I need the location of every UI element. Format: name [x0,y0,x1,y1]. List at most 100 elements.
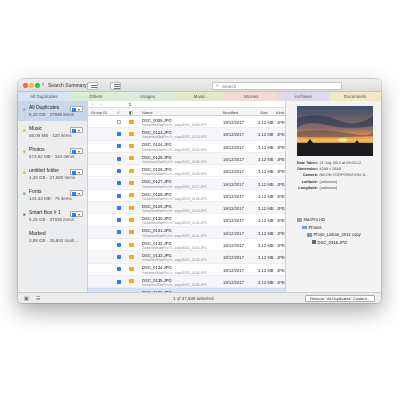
row-checkbox[interactable] [117,193,121,198]
tab-documents[interactable]: Documents [329,92,381,101]
file-kind: JPEG [277,156,285,162]
mark-popup-button[interactable]: ▾ [70,211,83,217]
table-row[interactable]: DSC_0123.JPG/Volumes/MacPro H...copy/DSC… [88,128,285,141]
category-tabs: All Duplicates Others Images Music Movies Arc… [18,92,381,101]
tab-others[interactable]: Others [69,92,122,101]
mark-popup-button[interactable]: ▾ [70,106,83,112]
column-kind[interactable]: Kind [276,110,284,115]
file-kind: JPEG [277,230,285,236]
file-size: 3,12 MB [258,144,274,150]
list-view-button[interactable] [110,81,121,90]
mark-popup-button[interactable]: ▾ [70,148,83,154]
row-checkbox[interactable] [117,181,121,186]
file-size: 3,12 MB [258,181,274,187]
sidebar-item[interactable]: ■ untitled folder 4,36 GB · 37,580 items ▾ [18,164,88,184]
chevron-down-icon: ▾ [78,148,81,154]
folder-icon [129,230,134,235]
table-row[interactable]: DSC_0125.JPG/Volumes/MacPro H...copy/DSC… [88,152,285,166]
minimize-window-button[interactable] [29,83,34,88]
table-row[interactable]: DSC_0134.JPG/Volumes/MacPro H...copy/DSC… [88,264,285,276]
table-row[interactable]: DSC_0129.JPG/Volumes/MacPro H...copy/DSC… [88,202,285,215]
row-checkbox[interactable] [117,230,121,235]
column-name[interactable]: Name [142,110,153,115]
file-kind: JPEG [277,279,285,285]
table-row[interactable]: DSC_0132.JPG/Volumes/MacPro H...copy/DSC… [88,239,285,252]
row-checkbox[interactable] [117,132,121,137]
row-checkbox[interactable] [117,279,121,284]
tree-item[interactable]: DSC_0318.JPG [312,240,347,247]
tab-music[interactable]: Music [173,92,226,101]
image-preview-icon[interactable]: ▣ [24,296,29,302]
row-checkbox[interactable] [117,168,121,173]
table-row[interactable]: DSC_0128.JPG/Volumes/MacPro H...copy/DSC… [88,190,285,203]
column-modified[interactable]: Modified [223,110,238,115]
mark-popup-button[interactable]: ▾ [70,169,83,175]
modified-date: 19/12/2017 [223,193,244,199]
search-icon: ⌕ [216,82,220,89]
row-checkbox[interactable] [117,255,121,260]
smart-box-icon: ■ [23,212,26,217]
file-path: /Volumes/MacPro H...copy/DSC_0128.JPG [142,196,208,201]
search-field[interactable]: ⌕ [212,81,342,90]
folder-icon [129,131,134,136]
table-header: Group ID ✓ ◧ Name Modified Size Kind [88,108,285,116]
prev-group-button[interactable]: ‹ [92,102,94,107]
column-group-id[interactable]: Group ID [91,110,107,115]
sidebar-item[interactable]: Marked 3,89 GB · 35,693 mark... [18,227,88,247]
tree-item[interactable]: Photo_Lisbon_2012 copy [307,232,361,239]
row-checkbox[interactable] [117,119,121,124]
tree-item-label: DSC_0318.JPG [317,239,348,245]
table-row[interactable]: DSC_0008.JPG/Volumes/MacPro H...copy/DSC… [88,116,285,129]
table-row[interactable]: DSC_0131.JPG/Volumes/MacPro H...copy/DSC… [88,226,285,239]
sidebar-item[interactable]: ■ Music 86,06 MB · 120 items ▾ [18,122,88,142]
row-checkbox[interactable] [117,218,121,223]
tab-all-duplicates[interactable]: All Duplicates [18,92,70,101]
table-row[interactable]: DSC_0135.JPG/Volumes/MacPro H...copy/DSC… [88,275,285,289]
tree-item[interactable]: Photos [302,225,322,232]
list-icon[interactable]: ☰ [36,296,40,302]
back-button-label[interactable]: Search Summary [48,83,87,89]
tree-item[interactable]: MacPro HD [297,217,325,224]
results-table: ‹ › ⇅ Group ID ✓ ◧ Name Modified Size Ki… [88,101,285,292]
table-row[interactable]: DSC_0124.JPG/Volumes/MacPro H...copy/DSC… [88,141,285,153]
table-row[interactable]: DSC_0133.JPG/Volumes/MacPro H...copy/DSC… [88,251,285,264]
file-path: /Volumes/MacPro H...copy/DSC_0124.JPG [142,147,208,152]
row-checkbox[interactable] [117,267,121,272]
expand-collapse-button[interactable]: ⇅ [128,102,132,108]
checkbox-icon [72,128,76,133]
row-checkbox[interactable] [117,205,121,210]
folder-icon: ■ [23,128,26,133]
row-checkbox[interactable] [117,144,121,149]
tab-images[interactable]: Images [121,92,174,101]
mark-popup-button[interactable]: ▾ [70,127,83,133]
modified-date: 19/12/2017 [223,120,244,125]
mark-popup-button[interactable]: ▾ [70,190,83,196]
file-kind: JPEG [277,267,285,273]
info-value: (unknown) [319,185,338,190]
sidebar-item[interactable]: ■ Fonts 143,33 MB · 75 items ▾ [18,185,88,205]
sunset-photo-image [297,106,373,156]
sidebar-item[interactable]: ■ All Duplicates 5,15 GB · 37936 items ▾ [18,101,88,121]
tab-movies[interactable]: Movies [225,92,278,101]
file-path: /Volumes/MacPro H...copy/DSC_0008.JPG [142,123,208,127]
sidebar-item[interactable]: ■ Photos 573,62 MB · 164 items ▾ [18,143,88,163]
row-checkbox[interactable] [117,156,121,161]
tab-archives[interactable]: Archives [277,92,330,101]
column-size[interactable]: Size [260,110,268,115]
info-row: Longitude: (unknown) [291,186,381,192]
back-chevron-icon[interactable]: ‹ [42,81,44,88]
search-input[interactable] [222,83,332,89]
zoom-window-button[interactable] [35,83,40,88]
close-window-button[interactable] [23,83,28,88]
column-check[interactable]: ✓ [117,110,120,115]
table-row[interactable]: DSC_0127.JPG/Volumes/MacPro H...copy/DSC… [88,177,285,190]
view-toggle-button[interactable] [87,81,98,90]
column-type[interactable]: ◧ [129,110,133,115]
table-row[interactable]: DSC_0130.JPG/Volumes/MacPro H...copy/DSC… [88,214,285,227]
table-row[interactable]: DSC_0126.JPG/Volumes/MacPro H...copy/DSC… [88,165,285,178]
row-checkbox[interactable] [117,242,121,247]
tree-item-label: MacPro HD [303,217,326,222]
sidebar-item[interactable]: ■ Smart Box # 1 5,15 GB · 37936 items ▾ [18,206,88,226]
remove-content-button[interactable]: Remove "All Duplicates" Content... [305,294,375,303]
next-group-button[interactable]: › [100,102,102,107]
